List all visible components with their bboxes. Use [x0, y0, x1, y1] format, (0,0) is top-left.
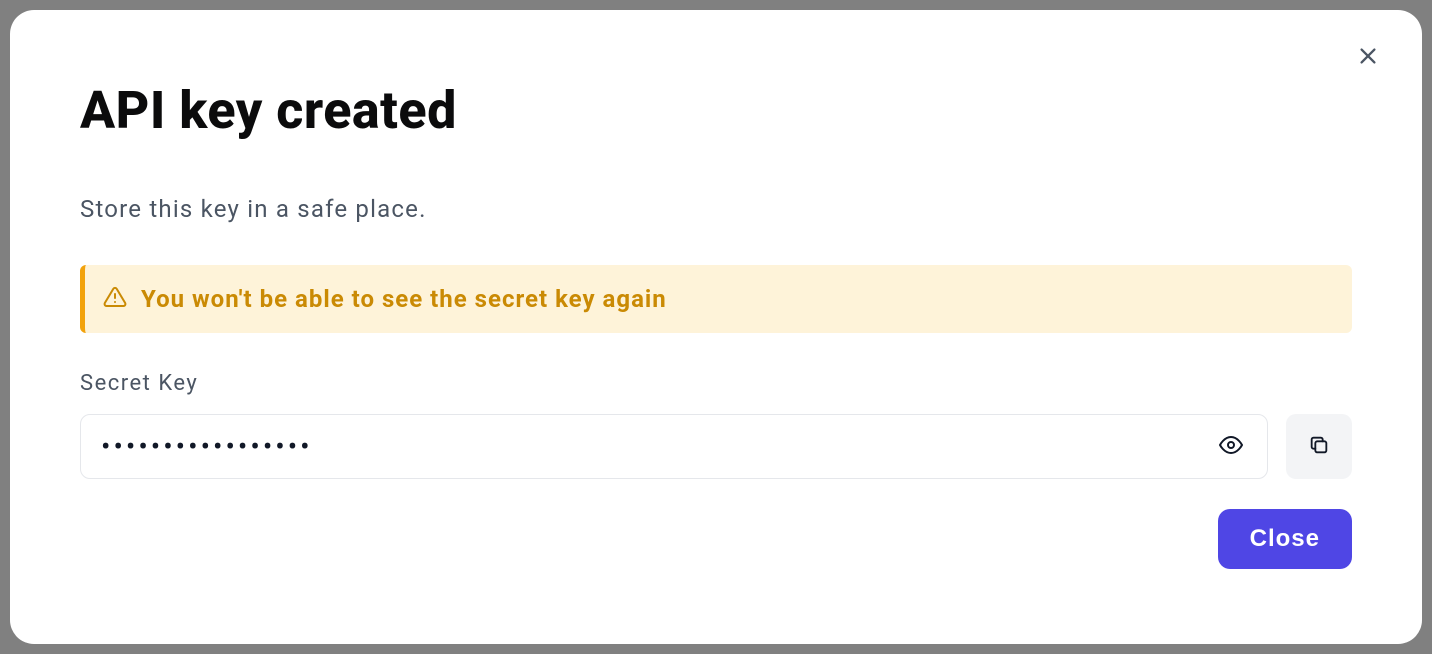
warning-triangle-icon — [103, 285, 127, 313]
modal-footer: Close — [80, 509, 1352, 569]
secret-key-input-wrap — [80, 414, 1268, 479]
reveal-key-button[interactable] — [1215, 429, 1247, 464]
secret-key-row — [80, 414, 1352, 479]
modal-subtitle: Store this key in a safe place. — [80, 195, 1352, 223]
warning-text: You won't be able to see the secret key … — [141, 285, 667, 313]
secret-key-input[interactable] — [101, 430, 1215, 463]
api-key-modal: API key created Store this key in a safe… — [10, 10, 1422, 644]
warning-alert: You won't be able to see the secret key … — [80, 265, 1352, 333]
copy-key-button[interactable] — [1286, 414, 1352, 479]
copy-icon — [1308, 434, 1330, 459]
close-icon-button[interactable] — [1352, 42, 1384, 74]
secret-key-label: Secret Key — [80, 371, 1352, 396]
modal-title: API key created — [80, 80, 1352, 141]
eye-icon — [1219, 433, 1243, 460]
close-button[interactable]: Close — [1218, 509, 1352, 569]
x-icon — [1357, 45, 1379, 71]
